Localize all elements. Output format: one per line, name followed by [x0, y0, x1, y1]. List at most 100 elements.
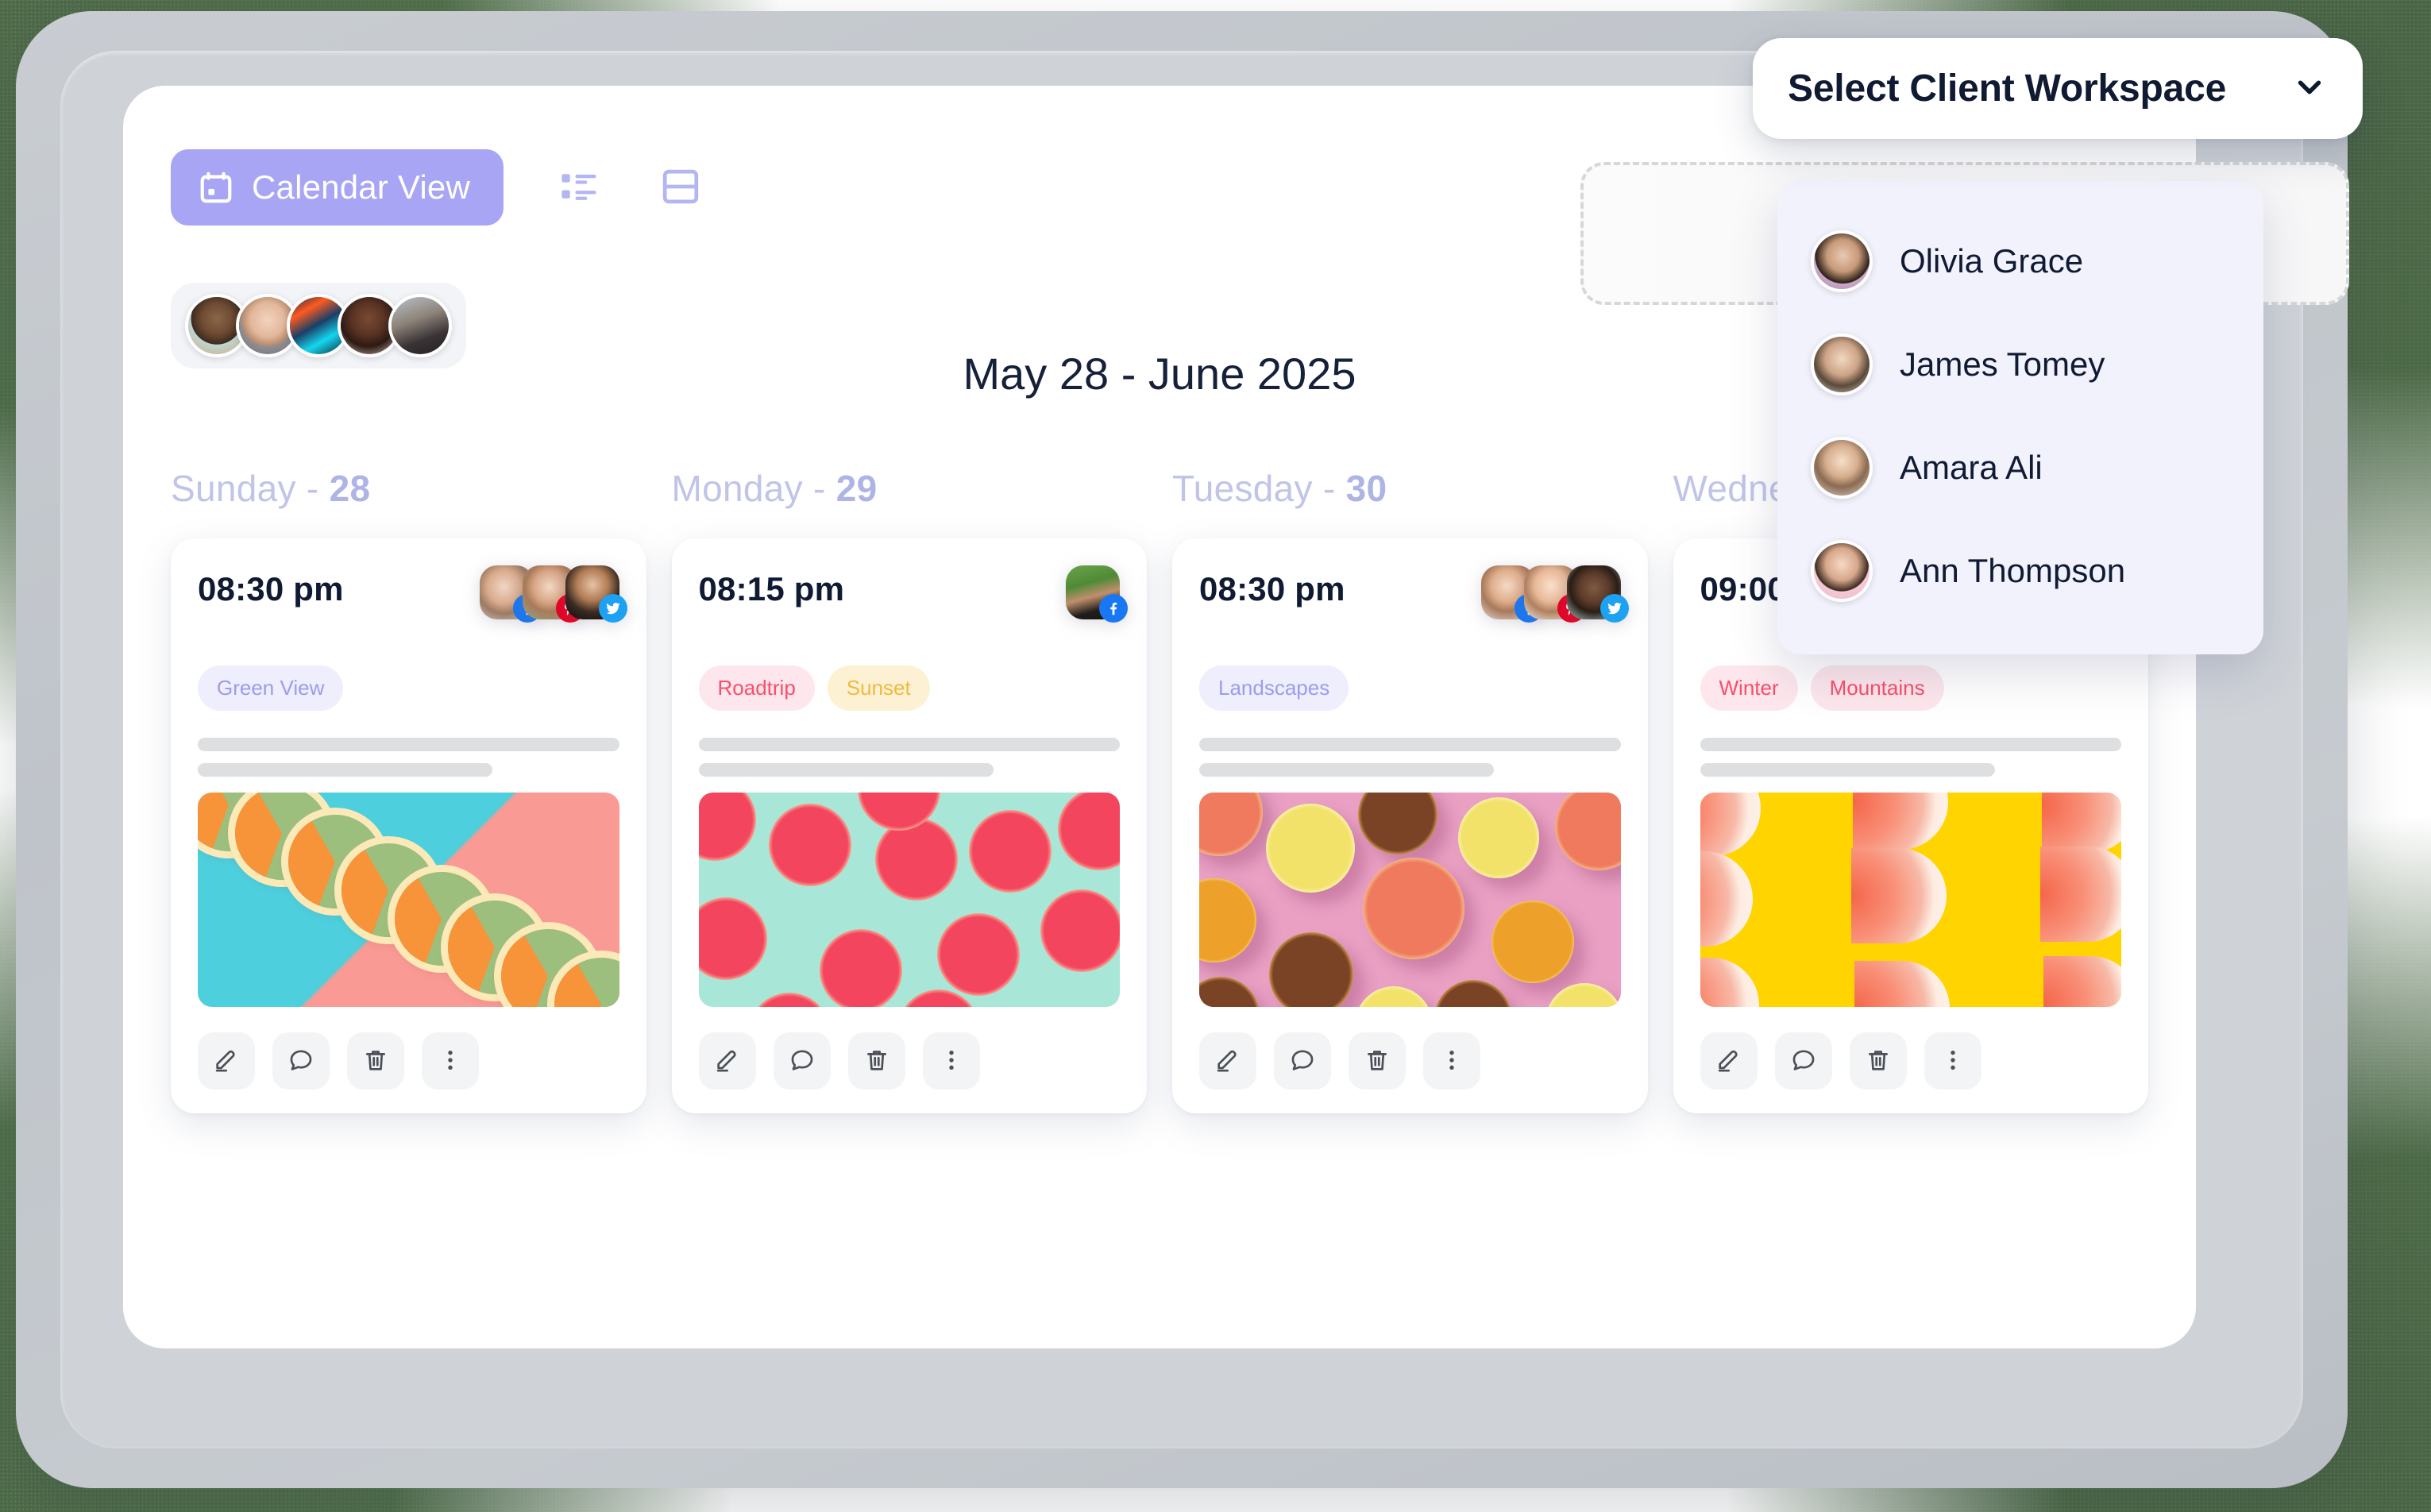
edit-icon [714, 1047, 741, 1076]
skeleton-line [698, 738, 1120, 751]
post-card-header: 08:15 pm [698, 565, 1128, 632]
day-separator: - [295, 468, 330, 509]
skeleton-line [1199, 738, 1621, 751]
more-options-button[interactable] [1423, 1032, 1480, 1090]
workspace-select-button[interactable]: Select Client Workspace [1753, 38, 2363, 139]
post-time: 08:30 pm [198, 570, 344, 608]
view-toolbar: Calendar View [171, 149, 707, 226]
chevron-down-icon[interactable] [2291, 68, 2328, 109]
workspace-option-label: James Tomey [1900, 345, 2105, 383]
post-action-bar [198, 1032, 619, 1090]
day-name: Tuesday [1172, 468, 1313, 509]
more-options-button[interactable] [422, 1032, 479, 1090]
comment-post-button[interactable] [272, 1032, 330, 1090]
more-options-icon [1939, 1047, 1966, 1076]
delete-icon [362, 1047, 389, 1076]
workspace-option-label: Olivia Grace [1900, 242, 2084, 280]
post-card[interactable]: 08:30 pm [171, 538, 646, 1113]
social-account-avatar[interactable] [1566, 565, 1629, 623]
avatar [1811, 437, 1873, 499]
social-account-stack [1066, 565, 1128, 623]
split-view-button[interactable] [654, 160, 707, 215]
post-action-bar [1700, 1032, 2122, 1090]
twitter-icon [598, 594, 627, 623]
edit-post-button[interactable] [1700, 1032, 1758, 1090]
calendar-view-label: Calendar View [252, 168, 470, 206]
comment-icon [1790, 1047, 1817, 1076]
post-tag[interactable]: Mountains [1810, 665, 1944, 711]
edit-icon [1214, 1047, 1241, 1076]
avatar [1811, 334, 1873, 395]
post-action-bar [1199, 1032, 1621, 1090]
comment-icon [789, 1047, 816, 1076]
post-tag-row: Winter Mountains [1700, 665, 2122, 711]
workspace-select-label: Select Client Workspace [1788, 68, 2227, 110]
post-media-image[interactable] [1700, 793, 2121, 1007]
facebook-icon [1099, 594, 1128, 623]
more-options-icon [1438, 1047, 1465, 1076]
calendar-view-button[interactable]: Calendar View [171, 149, 504, 226]
delete-post-button[interactable] [1849, 1032, 1907, 1090]
delete-post-button[interactable] [847, 1032, 905, 1090]
day-header-monday: Monday - 29 [672, 467, 1148, 510]
post-card[interactable]: 08:15 pm Roadtrip Sunset [671, 538, 1147, 1113]
day-name: Monday [671, 468, 803, 509]
post-tag[interactable]: Green View [198, 665, 344, 711]
day-separator: - [802, 468, 836, 509]
delete-post-button[interactable] [1349, 1032, 1406, 1090]
post-time: 08:15 pm [698, 570, 845, 608]
more-options-icon [437, 1047, 464, 1076]
post-tag[interactable]: Sunset [827, 665, 930, 711]
list-view-icon [558, 165, 600, 210]
more-options-button[interactable] [922, 1032, 980, 1090]
comment-post-button[interactable] [773, 1032, 831, 1090]
avatar [1811, 540, 1873, 602]
post-card-header: 08:30 pm [1199, 565, 1629, 632]
workspace-option-james-tomey[interactable]: James Tomey [1777, 313, 2263, 416]
more-options-button[interactable] [1924, 1032, 1981, 1090]
day-header-tuesday: Tuesday - 30 [1172, 467, 1648, 510]
workspace-options-menu: Olivia Grace James Tomey Amara Ali Ann T… [1777, 181, 2263, 654]
post-time: 08:30 pm [1199, 570, 1345, 608]
post-tag[interactable]: Landscapes [1199, 665, 1349, 711]
split-view-icon [659, 165, 702, 210]
workspace-option-olivia-grace[interactable]: Olivia Grace [1777, 210, 2263, 313]
day-name: Sunday [171, 468, 296, 509]
workspace-option-label: Amara Ali [1900, 449, 2043, 486]
post-action-bar [698, 1032, 1121, 1090]
post-tag-row: Roadtrip Sunset [698, 665, 1121, 711]
day-separator: - [1312, 468, 1346, 509]
post-media-image[interactable] [198, 793, 619, 1007]
edit-icon [213, 1047, 240, 1076]
list-view-button[interactable] [553, 160, 605, 215]
workspace-option-label: Ann Thompson [1900, 552, 2126, 589]
social-account-avatar[interactable] [565, 565, 627, 623]
workspace-option-amara-ali[interactable]: Amara Ali [1777, 416, 2263, 519]
post-media-image[interactable] [1199, 793, 1621, 1007]
post-card[interactable]: 08:30 pm [1172, 538, 1648, 1113]
post-text-placeholder [1199, 738, 1621, 777]
comment-post-button[interactable] [1774, 1032, 1832, 1090]
edit-post-button[interactable] [698, 1032, 756, 1090]
skeleton-line [1199, 763, 1495, 777]
edit-icon [1715, 1047, 1742, 1076]
post-text-placeholder [698, 738, 1120, 777]
day-number: 30 [1345, 468, 1387, 509]
edit-post-button[interactable] [1199, 1032, 1256, 1090]
workspace-option-ann-thompson[interactable]: Ann Thompson [1777, 519, 2263, 623]
delete-icon [863, 1047, 890, 1076]
post-media-image[interactable] [698, 793, 1120, 1007]
twitter-icon [1599, 594, 1629, 623]
post-tag[interactable]: Roadtrip [698, 665, 815, 711]
social-account-avatar[interactable] [1066, 565, 1128, 623]
post-card-header: 08:30 pm [198, 565, 627, 632]
skeleton-line [198, 738, 619, 751]
avatar [1811, 230, 1873, 292]
post-text-placeholder [198, 738, 619, 777]
day-header-sunday: Sunday - 28 [171, 467, 646, 510]
delete-post-button[interactable] [347, 1032, 404, 1090]
edit-post-button[interactable] [198, 1032, 255, 1090]
comment-post-button[interactable] [1274, 1032, 1331, 1090]
post-tag[interactable]: Winter [1700, 665, 1798, 711]
more-options-icon [938, 1047, 965, 1076]
